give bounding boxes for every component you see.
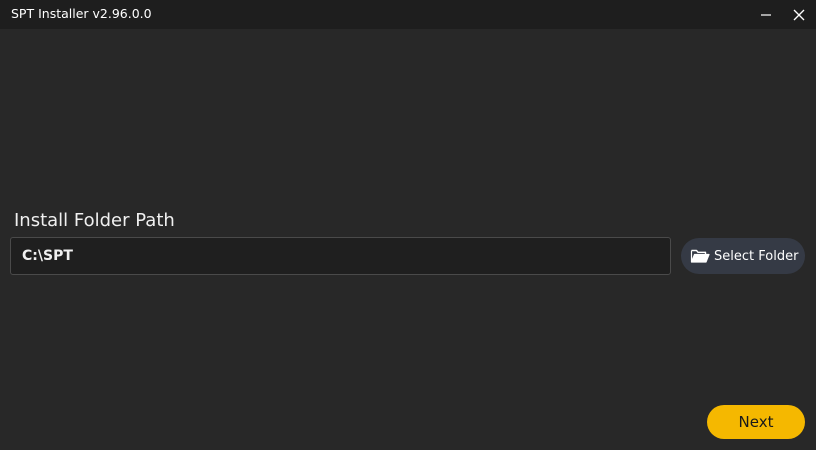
window-title: SPT Installer v2.96.0.0 — [11, 6, 152, 21]
next-button-label: Next — [738, 413, 774, 431]
title-bar: SPT Installer v2.96.0.0 — [0, 0, 816, 29]
close-icon — [793, 9, 805, 20]
installer-window: SPT Installer v2.96.0.0 Install Folder P… — [0, 0, 816, 450]
minimize-icon — [761, 13, 771, 16]
install-folder-label: Install Folder Path — [14, 210, 175, 231]
close-button[interactable] — [784, 0, 814, 29]
minimize-button[interactable] — [751, 0, 781, 29]
select-folder-button[interactable]: Select Folder — [681, 238, 805, 274]
next-button[interactable]: Next — [707, 405, 805, 439]
select-folder-label: Select Folder — [714, 248, 799, 264]
folder-open-icon — [690, 249, 710, 263]
install-path-input[interactable] — [10, 237, 671, 275]
